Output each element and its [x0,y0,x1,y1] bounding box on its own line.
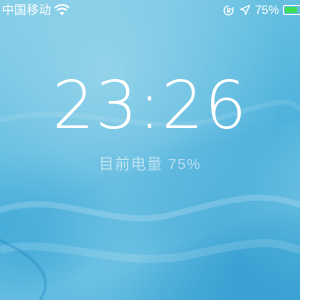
status-right-group: 75% [223,0,300,20]
carrier-name: 中国移动 [2,3,52,17]
location-arrow-icon [239,5,250,15]
lock-screen: 中国移动 75% 23:26 目前电量 75% [0,0,300,300]
wallpaper [0,0,300,300]
battery-fill [285,7,298,13]
wifi-icon [54,4,70,16]
battery-percentage: 75% [254,3,279,17]
lock-screen-clock: 23:26 [52,67,248,144]
battery-icon [283,5,300,15]
status-bar: 中国移动 75% [0,0,300,20]
battery-charge-status: 目前电量 75% [98,156,202,173]
rotation-lock-icon [223,5,234,15]
